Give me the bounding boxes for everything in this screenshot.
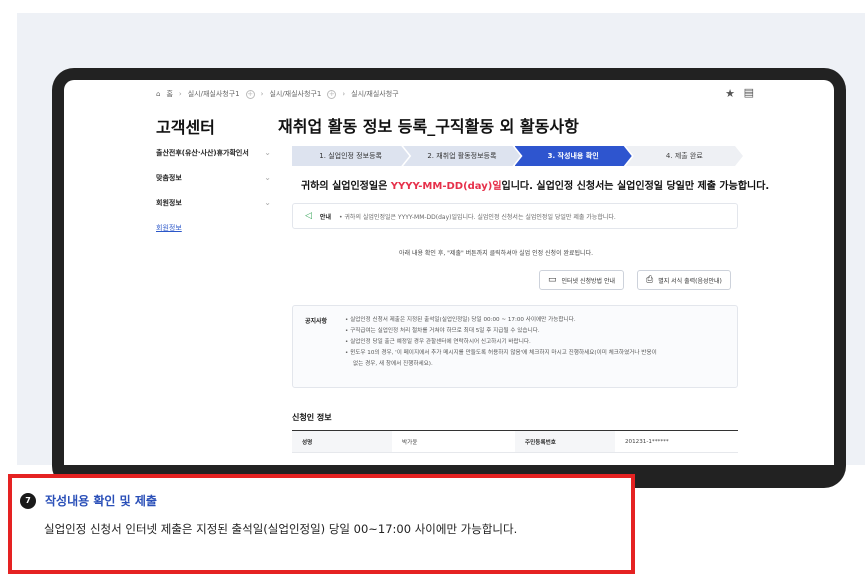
notice-date: YYYY-MM-DD(day)일 bbox=[390, 181, 502, 192]
caption-description: 실업인정 신청서 인터넷 제출은 지정된 출석일(실업인정일) 당일 00~17… bbox=[44, 522, 518, 536]
progress-steps: 1. 실업인정 정보등록 2. 재취업 활동정보등록 3. 작성내용 확인 4.… bbox=[292, 146, 737, 166]
step-1: 1. 실업인정 정보등록 bbox=[292, 146, 409, 166]
guide-label: 안내 bbox=[319, 213, 331, 221]
sidebar-item-member-info-sub[interactable]: 회원정보 bbox=[156, 215, 271, 240]
chevron-right-icon: › bbox=[178, 90, 182, 98]
announcement-box: 공지사항 • 실업인정 신청서 제출은 지정된 출석일(실업인정일) 당일 00… bbox=[292, 305, 738, 388]
chevron-right-icon: › bbox=[260, 90, 264, 98]
chevron-down-icon: ⌄ bbox=[264, 148, 271, 157]
name-label: 성명 bbox=[292, 431, 392, 452]
step-4: 4. 제출 완료 bbox=[626, 146, 743, 166]
sidebar-item-label: 출산전후(유산·사산)휴가확인서 bbox=[156, 148, 249, 157]
id-value: 201231-1****** bbox=[625, 438, 669, 445]
step-3-current: 3. 작성내용 확인 bbox=[515, 146, 632, 166]
step-caption: 7 작성내용 확인 및 제출 실업인정 신청서 인터넷 제출은 지정된 출석일(… bbox=[8, 474, 635, 574]
home-icon[interactable]: ⌂ bbox=[156, 90, 160, 98]
sidebar-item-label: 회원정보 bbox=[156, 198, 182, 207]
guide-box: ◁ 안내 • 귀하의 실업인정일은 YYYY-MM-DD(day)일입니다. 실… bbox=[292, 203, 738, 229]
page-title: 재취업 활동 정보 등록_구직활동 외 활동사항 bbox=[278, 117, 579, 136]
applicant-section-title: 신청인 정보 bbox=[292, 413, 332, 422]
printer-icon: ⎙ bbox=[646, 275, 654, 285]
id-label: 주민등록번호 bbox=[515, 431, 615, 452]
list-item: 없는 경우, 새 창에서 진행하세요). bbox=[353, 361, 433, 367]
list-item: • 실업인정 당일 출근 예정일 경우 관할센터에 연락하시어 신고하시기 바랍… bbox=[345, 339, 531, 345]
breadcrumb-level1[interactable]: 실시/재실사청구1 bbox=[188, 89, 240, 99]
applicant-table: 성명 박가윤 주민등록번호 201231-1****** bbox=[292, 430, 738, 465]
caption-header: 7 작성내용 확인 및 제출 bbox=[20, 492, 157, 509]
announcement-label: 공지사항 bbox=[305, 318, 328, 325]
star-icon[interactable]: ★ bbox=[725, 87, 735, 100]
table-row: 성명 박가윤 주민등록번호 201231-1****** bbox=[292, 431, 738, 453]
sidebar-item-member-info[interactable]: 회원정보 ⌄ bbox=[156, 190, 271, 215]
chevron-right-icon: › bbox=[342, 90, 346, 98]
button-label: 별지 서식 출력(음성안내) bbox=[658, 277, 722, 285]
sidebar-item-maternity[interactable]: 출산전후(유산·사산)휴가확인서 ⌄ bbox=[156, 140, 271, 165]
breadcrumb-level3[interactable]: 실시/재실사청구 bbox=[351, 89, 398, 99]
sidebar-item-label: 맞춤정보 bbox=[156, 173, 182, 182]
list-item: • 구직급여는 실업인정 처리 절차를 거쳐야 하므로 최대 5일 후 지급될 … bbox=[345, 328, 540, 334]
chevron-down-icon: ⌄ bbox=[264, 173, 271, 182]
step-number-badge: 7 bbox=[20, 492, 36, 509]
list-item: • 실업인정 신청서 제출은 지정된 출석일(실업인정일) 당일 00:00 ~… bbox=[345, 317, 576, 323]
screen: ⌂ 홈 › 실시/재실사청구1 + › 실시/재실사청구1 + › 실시/재실사… bbox=[64, 80, 834, 465]
button-label: 인터넷 신청방법 안내 bbox=[561, 277, 616, 285]
announcement-list: • 실업인정 신청서 제출은 지정된 출석일(실업인정일) 당일 00:00 ~… bbox=[345, 315, 725, 370]
breadcrumb: ⌂ 홈 › 실시/재실사청구1 + › 실시/재실사청구1 + › 실시/재실사… bbox=[156, 89, 399, 99]
print-icon[interactable]: ▤ bbox=[744, 86, 754, 99]
caption-title: 작성내용 확인 및 제출 bbox=[45, 494, 157, 508]
list-item: • 윈도우 10의 경우, '이 페이지에서 추가 메시지를 만들도록 허용하지… bbox=[345, 350, 657, 356]
guide-text: • 귀하의 실업인정일은 YYYY-MM-DD(day)일입니다. 실업인정 신… bbox=[338, 213, 616, 221]
sidebar-menu: 출산전후(유산·사산)휴가확인서 ⌄ 맞춤정보 ⌄ 회원정보 ⌄ 회원정보 bbox=[156, 140, 271, 240]
notice-text: 귀하의 실업인정일은 bbox=[301, 181, 391, 192]
monitor-icon: ▭ bbox=[548, 275, 557, 285]
step-2: 2. 재취업 활동정보등록 bbox=[403, 146, 520, 166]
expand-icon[interactable]: + bbox=[245, 89, 255, 99]
internet-guide-button[interactable]: ▭ 인터넷 신청방법 안내 bbox=[539, 270, 625, 290]
recognition-date-notice: 귀하의 실업인정일은 YYYY-MM-DD(day)일입니다. 실업인정 신청서… bbox=[301, 177, 769, 192]
sidebar-item-label: 회원정보 bbox=[156, 223, 182, 232]
chevron-down-icon: ⌄ bbox=[264, 198, 271, 207]
name-value: 박가윤 bbox=[402, 439, 418, 446]
megaphone-icon: ◁ bbox=[305, 211, 312, 221]
sidebar-title: 고객센터 bbox=[156, 118, 215, 137]
breadcrumb-home[interactable]: 홈 bbox=[166, 89, 172, 99]
notice-text: 입니다. 실업인정 신청서는 실업인정일 당일만 제출 가능합니다. bbox=[501, 181, 770, 192]
breadcrumb-level2[interactable]: 실시/재실사청구1 bbox=[269, 89, 321, 99]
submit-instruction: 아래 내용 확인 후, "제출" 버튼까지 클릭하셔야 실업 인정 신청이 완료… bbox=[399, 250, 594, 257]
expand-icon[interactable]: + bbox=[327, 89, 337, 99]
print-form-button[interactable]: ⎙ 별지 서식 출력(음성안내) bbox=[637, 270, 731, 290]
sidebar-item-custom-info[interactable]: 맞춤정보 ⌄ bbox=[156, 165, 271, 190]
